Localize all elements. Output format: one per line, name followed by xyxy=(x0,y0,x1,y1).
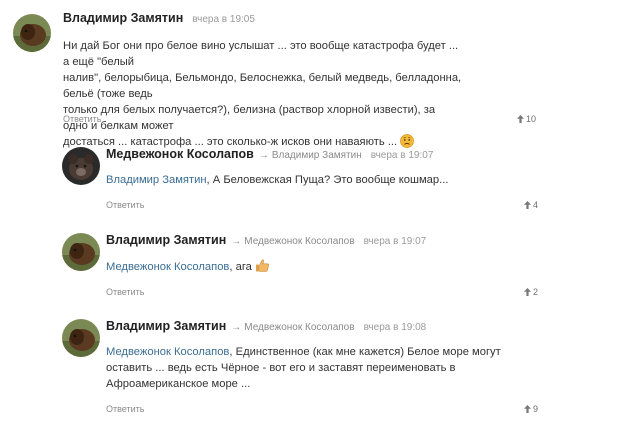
reply-button[interactable]: Ответить xyxy=(106,287,144,297)
avatar-bison[interactable] xyxy=(13,14,51,52)
reply-to-user[interactable]: Медвежонок Косолапов xyxy=(244,322,354,333)
likes-counter[interactable]: 4 xyxy=(524,200,538,210)
comment-time[interactable]: вчера в 19:07 xyxy=(364,236,427,247)
mention-link[interactable]: Владимир Замятин xyxy=(106,174,207,186)
comment-author[interactable]: Владимир Замятин xyxy=(63,11,183,25)
comment-text: Владимир Замятин, А Беловежская Пуща? Эт… xyxy=(106,174,449,186)
comment-text: Ни дай Бог они про белое вино услышат ..… xyxy=(63,38,463,153)
reply-to-user[interactable]: Владимир Замятин xyxy=(272,150,362,161)
reply-arrow-icon: → xyxy=(258,150,269,161)
reply-to-user[interactable]: Медвежонок Косолапов xyxy=(244,236,354,247)
arrow-up-icon xyxy=(517,115,524,123)
avatar-bear-cub[interactable] xyxy=(62,147,100,185)
comment-time[interactable]: вчера в 19:08 xyxy=(364,322,427,333)
reply-arrow-icon: → xyxy=(231,322,242,333)
thumbs-up-emoji-icon xyxy=(255,258,270,278)
reply-button[interactable]: Ответить xyxy=(106,404,144,414)
comment-text: Медвежонок Косолапов, Единственное (как … xyxy=(106,346,501,390)
comment-author[interactable]: Владимир Замятин xyxy=(106,233,226,247)
likes-counter[interactable]: 9 xyxy=(524,404,538,414)
comment-time[interactable]: вчера в 19:05 xyxy=(192,14,255,25)
likes-counter[interactable]: 10 xyxy=(517,114,536,124)
comment-author[interactable]: Владимир Замятин xyxy=(106,319,226,333)
arrow-up-icon xyxy=(524,288,531,296)
arrow-up-icon xyxy=(524,201,531,209)
avatar-bison[interactable] xyxy=(62,319,100,357)
reply-arrow-icon: → xyxy=(231,236,242,247)
mention-link[interactable]: Медвежонок Косолапов xyxy=(106,261,229,273)
comment-author[interactable]: Медвежонок Косолапов xyxy=(106,147,254,161)
likes-counter[interactable]: 2 xyxy=(524,287,538,297)
reply-button[interactable]: Ответить xyxy=(106,200,144,210)
comment-time[interactable]: вчера в 19:07 xyxy=(371,150,434,161)
comment-text: Медвежонок Косолапов, ага xyxy=(106,258,506,278)
mention-link[interactable]: Медвежонок Косолапов xyxy=(106,346,229,358)
reply-button[interactable]: Ответить xyxy=(63,114,101,124)
avatar-bison[interactable] xyxy=(62,233,100,271)
arrow-up-icon xyxy=(524,405,531,413)
